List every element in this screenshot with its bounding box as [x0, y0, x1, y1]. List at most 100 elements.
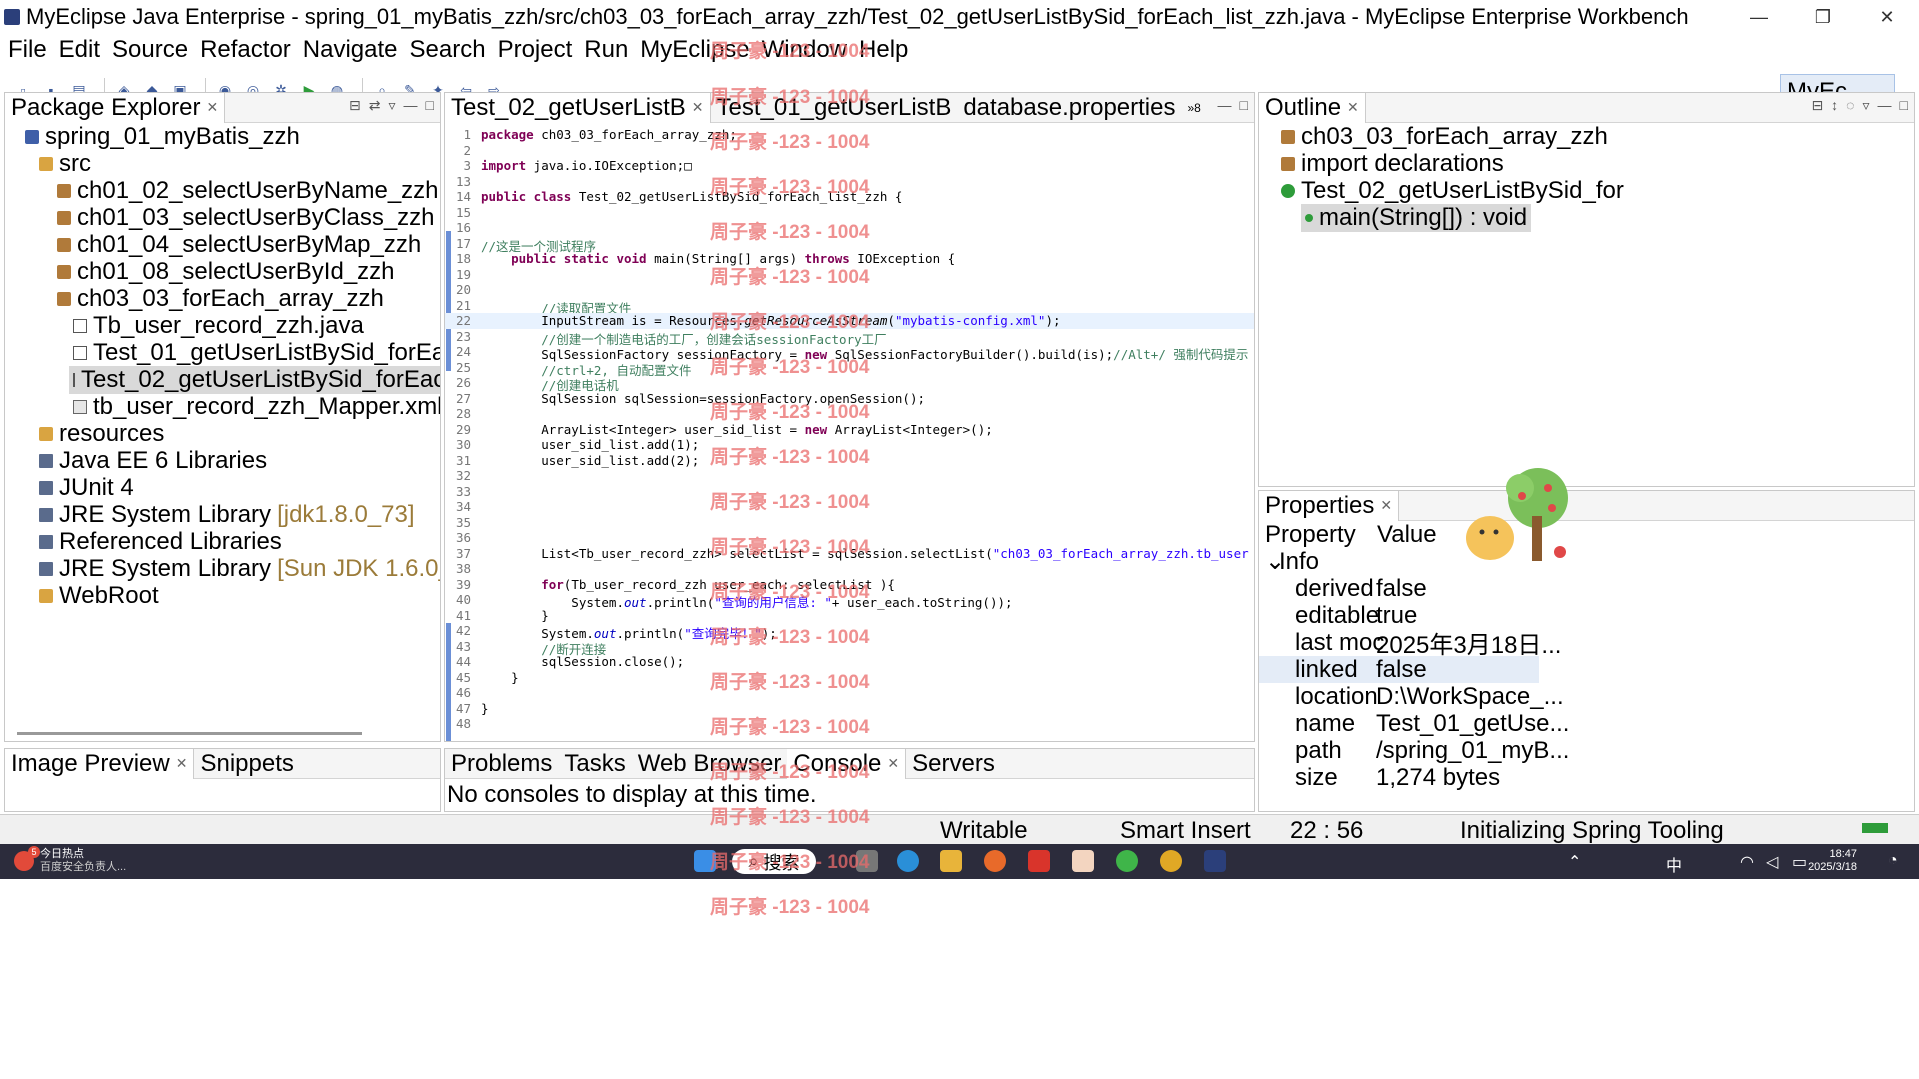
- tree-item-java-file[interactable]: Test_01_getUserListBySid_forEach_array: [73, 339, 440, 367]
- code-line[interactable]: 38: [445, 561, 1254, 577]
- property-row[interactable]: name Test_01_getUse...: [1259, 710, 1569, 737]
- ime-indicator[interactable]: 中: [1666, 852, 1682, 876]
- code-line[interactable]: 22 InputStream is = Resources.getResourc…: [445, 313, 1254, 329]
- tree-item-xml-file[interactable]: tb_user_record_zzh_Mapper.xml: [73, 393, 440, 421]
- editor-tab-test02[interactable]: Test_02_getUserListB ✕: [445, 93, 711, 123]
- collapse-all-icon[interactable]: ⊟: [349, 97, 361, 114]
- property-row[interactable]: size 1,274 bytes: [1259, 764, 1539, 791]
- tab-properties[interactable]: Properties ✕: [1259, 491, 1400, 521]
- menu-navigate[interactable]: Navigate: [303, 36, 398, 64]
- code-line[interactable]: 17//这是一个测试程序: [445, 236, 1254, 254]
- avatar-app-icon[interactable]: [1072, 850, 1094, 872]
- code-line[interactable]: 46: [445, 685, 1254, 701]
- code-line[interactable]: 42 System.out.println("查询完毕！");: [445, 623, 1254, 641]
- menu-refactor[interactable]: Refactor: [200, 36, 291, 64]
- editor-tab-test01[interactable]: Test_01_getUserListB: [711, 93, 958, 123]
- volume-icon[interactable]: ◁: [1766, 852, 1778, 872]
- maximize-button[interactable]: ❐: [1791, 0, 1855, 34]
- maximize-icon[interactable]: □: [426, 97, 434, 114]
- tree-item-library[interactable]: JUnit 4: [39, 474, 134, 502]
- close-icon[interactable]: ✕: [887, 755, 899, 772]
- property-row[interactable]: linked false: [1259, 656, 1539, 683]
- wps-icon[interactable]: [1028, 850, 1050, 872]
- close-icon[interactable]: ✕: [692, 99, 704, 116]
- tree-item-project[interactable]: spring_01_myBatis_zzh: [25, 123, 300, 151]
- task-view-icon[interactable]: [856, 850, 878, 872]
- tree-item-package[interactable]: ch03_03_forEach_array_zzh: [57, 285, 384, 313]
- minimize-icon[interactable]: —: [1218, 97, 1232, 113]
- code-line[interactable]: 35: [445, 515, 1254, 531]
- hide-fields-icon[interactable]: ◌: [1846, 97, 1854, 114]
- sort-icon[interactable]: ↕: [1831, 97, 1838, 114]
- property-row[interactable]: last moc 2025年3月18日...: [1259, 629, 1561, 660]
- tree-item-library[interactable]: Java EE 6 Libraries: [39, 447, 267, 475]
- tree-item-java-file[interactable]: Tb_user_record_zzh.java: [73, 312, 364, 340]
- firefox-icon[interactable]: [984, 850, 1006, 872]
- editor-tab-database-properties[interactable]: database.properties: [957, 93, 1181, 123]
- code-line[interactable]: 28: [445, 406, 1254, 422]
- tab-package-explorer[interactable]: Package Explorer ✕: [5, 93, 226, 123]
- code-line[interactable]: 37 List<Tb_user_record_zzh> selectList =…: [445, 546, 1254, 562]
- wifi-icon[interactable]: ◠: [1740, 852, 1754, 872]
- menu-window[interactable]: Window: [762, 36, 847, 64]
- myeclipse-taskbar-icon[interactable]: [1204, 850, 1226, 872]
- tab-problems[interactable]: Problems: [445, 749, 558, 779]
- property-row[interactable]: derived false: [1259, 575, 1539, 602]
- code-line[interactable]: 18 public static void main(String[] args…: [445, 251, 1254, 267]
- tree-item-src[interactable]: src: [39, 150, 91, 178]
- code-line[interactable]: 15: [445, 205, 1254, 221]
- tab-snippets[interactable]: Snippets: [194, 749, 299, 779]
- code-line[interactable]: 20: [445, 282, 1254, 298]
- taskbar-clock[interactable]: 18:47 2025/3/18: [1808, 848, 1857, 874]
- tree-item-library[interactable]: JRE System Library[Sun JDK 1.6.0_13]: [39, 555, 440, 583]
- code-line[interactable]: 21 //读取配置文件: [445, 298, 1254, 316]
- taskbar-search[interactable]: ⌕ 搜索: [732, 849, 816, 874]
- notification-icon[interactable]: ◔: [1888, 852, 1898, 870]
- battery-icon[interactable]: ▭: [1792, 852, 1807, 872]
- menu-help[interactable]: Help: [859, 36, 908, 64]
- close-icon[interactable]: ✕: [1347, 99, 1359, 116]
- tree-item-package[interactable]: ch01_02_selectUserByName_zzh: [57, 177, 439, 205]
- tree-item-library[interactable]: Referenced Libraries: [39, 528, 282, 556]
- tab-web-browser[interactable]: Web Browser: [632, 749, 788, 779]
- outline-item-class[interactable]: Test_02_getUserListBySid_for: [1281, 177, 1624, 205]
- code-line[interactable]: 3 import java.io.IOException;□: [445, 158, 1254, 174]
- tree-item-java-file-selected[interactable]: Test_02_getUserListBySid_forEach_list_z: [69, 366, 440, 394]
- tab-tasks[interactable]: Tasks: [558, 749, 631, 779]
- code-line[interactable]: 33: [445, 484, 1254, 500]
- tree-item-library[interactable]: JRE System Library [jdk1.8.0_73]: [39, 501, 415, 529]
- tab-servers[interactable]: Servers: [906, 749, 1001, 779]
- code-line[interactable]: 2: [445, 143, 1254, 159]
- code-editor[interactable]: 1 package ch03_03_forEach_array_zzh; 2 3 imp…: [445, 123, 1254, 741]
- outline-item-imports[interactable]: import declarations: [1281, 150, 1504, 178]
- tree-item-package[interactable]: ch01_08_selectUserById_zzh: [57, 258, 395, 286]
- tab-outline[interactable]: Outline ✕: [1259, 93, 1366, 123]
- menu-run[interactable]: Run: [584, 36, 628, 64]
- outline-item-package[interactable]: ch03_03_forEach_array_zzh: [1281, 123, 1608, 151]
- code-line[interactable]: 32: [445, 468, 1254, 484]
- tree-item-webroot[interactable]: WebRoot: [39, 582, 159, 610]
- close-icon[interactable]: ✕: [206, 99, 218, 116]
- column-header-property[interactable]: Property: [1265, 521, 1356, 549]
- code-line[interactable]: 30 user_sid_list.add(1);: [445, 437, 1254, 453]
- tree-item-package[interactable]: ch01_04_selectUserByMap_zzh: [57, 231, 421, 259]
- code-line[interactable]: 29 ArrayList<Integer> user_sid_list = ne…: [445, 422, 1254, 438]
- close-button[interactable]: ✕: [1855, 0, 1919, 34]
- code-line[interactable]: 1 package ch03_03_forEach_array_zzh;: [445, 127, 1254, 143]
- menu-file[interactable]: File: [8, 36, 47, 64]
- maximize-icon[interactable]: □: [1240, 97, 1248, 113]
- collapse-all-icon[interactable]: ⊟: [1811, 97, 1823, 114]
- tree-item-resources[interactable]: resources: [39, 420, 164, 448]
- horizontal-scrollbar[interactable]: [17, 732, 362, 735]
- tab-image-preview[interactable]: Image Preview ✕: [5, 749, 195, 779]
- code-line[interactable]: 47}: [445, 701, 1254, 717]
- code-line[interactable]: 14 public class Test_02_getUserListBySid_…: [445, 189, 1254, 205]
- maximize-icon[interactable]: □: [1900, 97, 1908, 114]
- menu-myeclipse[interactable]: MyEclipse: [640, 36, 749, 64]
- code-line[interactable]: 16: [445, 220, 1254, 236]
- news-widget[interactable]: 今日热点 百度安全负责人...: [40, 848, 126, 874]
- file-explorer-icon[interactable]: [940, 850, 962, 872]
- code-line[interactable]: 40 System.out.println("查询的用户信息: "+ user_…: [445, 592, 1254, 610]
- tray-overflow-icon[interactable]: ⌃: [1568, 852, 1581, 872]
- tree-item-package[interactable]: ch01_03_selectUserByClass_zzh: [57, 204, 435, 232]
